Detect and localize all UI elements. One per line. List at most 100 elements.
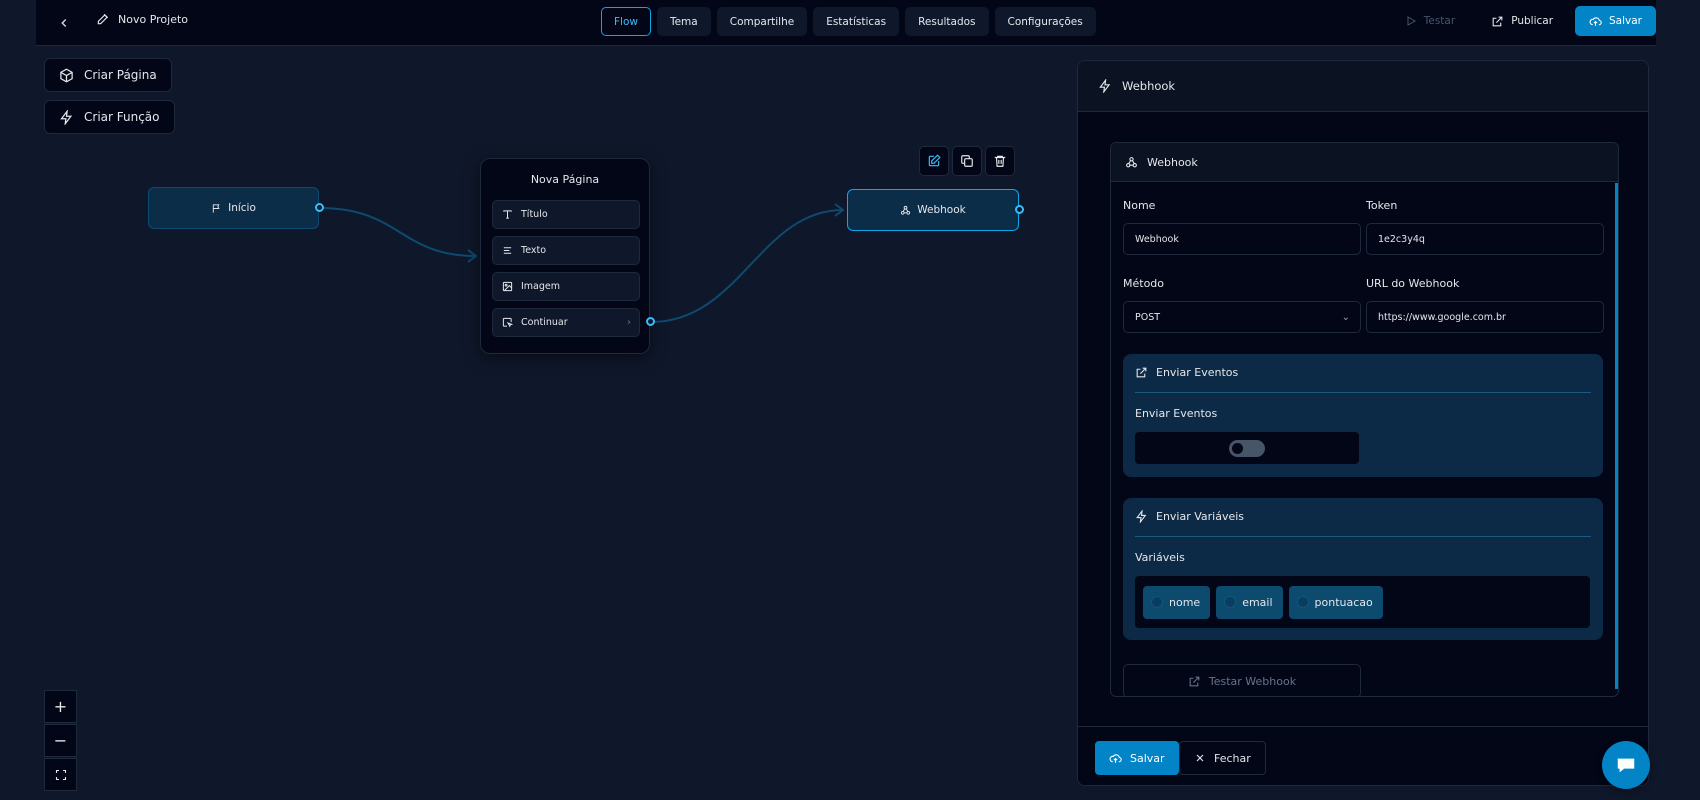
zoom-in-button[interactable]: + xyxy=(44,690,77,723)
page-item-label: Título xyxy=(521,209,548,220)
method-select[interactable]: POST ⌄ xyxy=(1123,301,1361,333)
fit-view-button[interactable] xyxy=(44,758,77,791)
events-toggle[interactable] xyxy=(1229,439,1265,457)
events-toggle-container xyxy=(1135,432,1359,464)
chevron-right-icon: › xyxy=(627,317,631,328)
edge-page-to-webhook xyxy=(650,209,844,323)
type-icon xyxy=(503,210,512,219)
test-label: Testar xyxy=(1423,15,1456,27)
webhook-icon xyxy=(901,205,911,215)
publish-label: Publicar xyxy=(1511,15,1554,27)
variable-name: pontuacao xyxy=(1314,595,1373,609)
page-node-title: Nova Página xyxy=(530,173,600,186)
toggle-knob xyxy=(1232,442,1243,454)
external-link-icon xyxy=(1136,367,1147,378)
edit-node-button[interactable] xyxy=(919,146,949,176)
webhook-settings-panel: Webhook Webhook Nome Webhook Token 1e2c3… xyxy=(1077,60,1649,786)
save-label: Salvar xyxy=(1609,15,1642,27)
page-item-label: Continuar xyxy=(521,317,568,328)
play-icon xyxy=(1407,16,1416,26)
start-node-label: Início xyxy=(228,202,256,214)
edit-icon xyxy=(928,154,941,167)
variables-section: Enviar Variáveis Variáveis nome email po… xyxy=(1123,498,1603,640)
trash-icon xyxy=(994,155,1006,167)
page-item-label: Texto xyxy=(521,245,547,256)
method-value: POST xyxy=(1135,311,1161,323)
events-section: Enviar Eventos Enviar Eventos xyxy=(1123,354,1603,477)
chat-icon xyxy=(1617,758,1635,773)
close-button[interactable]: Fechar xyxy=(1179,741,1266,775)
delete-node-button[interactable] xyxy=(985,146,1015,176)
token-label: Token xyxy=(1366,199,1398,212)
panel-title: Webhook xyxy=(1122,79,1176,93)
panel-save-label: Salvar xyxy=(1130,751,1165,765)
cursor-box-icon xyxy=(502,317,513,328)
events-section-header: Enviar Eventos xyxy=(1135,366,1238,379)
zoom-out-button[interactable]: − xyxy=(44,724,77,757)
align-left-icon xyxy=(503,247,512,254)
test-webhook-label: Testar Webhook xyxy=(1208,674,1297,688)
webhook-node[interactable]: Webhook xyxy=(847,189,1019,231)
page-item-continue[interactable]: Continuar › xyxy=(492,308,640,337)
start-node-output-port[interactable] xyxy=(315,203,324,212)
divider xyxy=(1135,392,1591,393)
variable-name: nome xyxy=(1169,595,1201,609)
webhook-icon xyxy=(1126,156,1137,167)
page-item-title[interactable]: Título xyxy=(492,200,640,229)
zap-icon xyxy=(1136,510,1147,523)
copy-icon xyxy=(961,155,973,167)
cloud-upload-icon xyxy=(1109,753,1122,763)
method-label: Método xyxy=(1123,277,1165,290)
cloud-upload-icon xyxy=(1589,16,1602,26)
scrollbar[interactable] xyxy=(1615,183,1618,689)
variables-section-header: Enviar Variáveis xyxy=(1135,510,1244,523)
start-node[interactable]: Início xyxy=(148,187,319,229)
page-item-text[interactable]: Texto xyxy=(492,236,640,265)
close-icon xyxy=(1196,754,1204,762)
card-title: Webhook xyxy=(1147,155,1198,169)
name-field[interactable]: Webhook xyxy=(1123,223,1361,255)
events-section-title: Enviar Eventos xyxy=(1156,366,1239,379)
variables-list: nome email pontuacao xyxy=(1135,576,1590,628)
webhook-node-output-port[interactable] xyxy=(1015,205,1024,214)
page-node-output-port[interactable] xyxy=(646,317,655,326)
panel-footer: Salvar Fechar xyxy=(1078,726,1648,785)
panel-save-button[interactable]: Salvar xyxy=(1095,741,1179,775)
external-link-icon xyxy=(1189,676,1200,686)
external-link-icon xyxy=(1492,16,1503,26)
webhook-node-label: Webhook xyxy=(917,204,966,216)
url-field[interactable]: https://www.google.com.br xyxy=(1366,301,1604,333)
variables-section-title: Enviar Variáveis xyxy=(1156,510,1245,523)
radio-icon xyxy=(1296,596,1309,608)
duplicate-node-button[interactable] xyxy=(952,146,982,176)
image-icon xyxy=(502,281,513,292)
card-header: Webhook xyxy=(1111,143,1618,182)
variables-label: Variáveis xyxy=(1135,551,1185,564)
publish-button[interactable]: Publicar xyxy=(1477,6,1567,36)
node-toolbar xyxy=(919,146,1015,176)
variable-chip[interactable]: nome xyxy=(1143,585,1211,619)
divider xyxy=(1135,536,1591,537)
page-node[interactable]: Nova Página Título Texto Imagem Continua… xyxy=(480,158,650,354)
page-item-image[interactable]: Imagem xyxy=(492,272,640,301)
url-label: URL do Webhook xyxy=(1366,277,1460,290)
panel-header: Webhook xyxy=(1078,61,1648,112)
token-field[interactable]: 1e2c3y4q xyxy=(1366,223,1604,255)
radio-icon xyxy=(1151,596,1163,608)
save-button[interactable]: Salvar xyxy=(1575,6,1656,36)
edge-start-to-page xyxy=(319,207,477,257)
zap-icon xyxy=(1099,79,1111,93)
variable-chip[interactable]: email xyxy=(1216,585,1283,619)
test-webhook-button[interactable]: Testar Webhook xyxy=(1123,664,1361,696)
webhook-card: Webhook Nome Webhook Token 1e2c3y4q Méto… xyxy=(1110,142,1619,697)
close-label: Fechar xyxy=(1214,751,1251,765)
radio-icon xyxy=(1224,596,1237,608)
panel-body: Webhook Nome Webhook Token 1e2c3y4q Méto… xyxy=(1078,112,1648,726)
chevron-down-icon: ⌄ xyxy=(1341,311,1350,323)
chat-widget-button[interactable] xyxy=(1602,741,1650,789)
name-label: Nome xyxy=(1123,199,1156,212)
test-button[interactable]: Testar xyxy=(1391,6,1469,36)
page-item-label: Imagem xyxy=(521,281,561,292)
variable-chip[interactable]: pontuacao xyxy=(1288,585,1383,619)
maximize-icon xyxy=(55,769,66,780)
